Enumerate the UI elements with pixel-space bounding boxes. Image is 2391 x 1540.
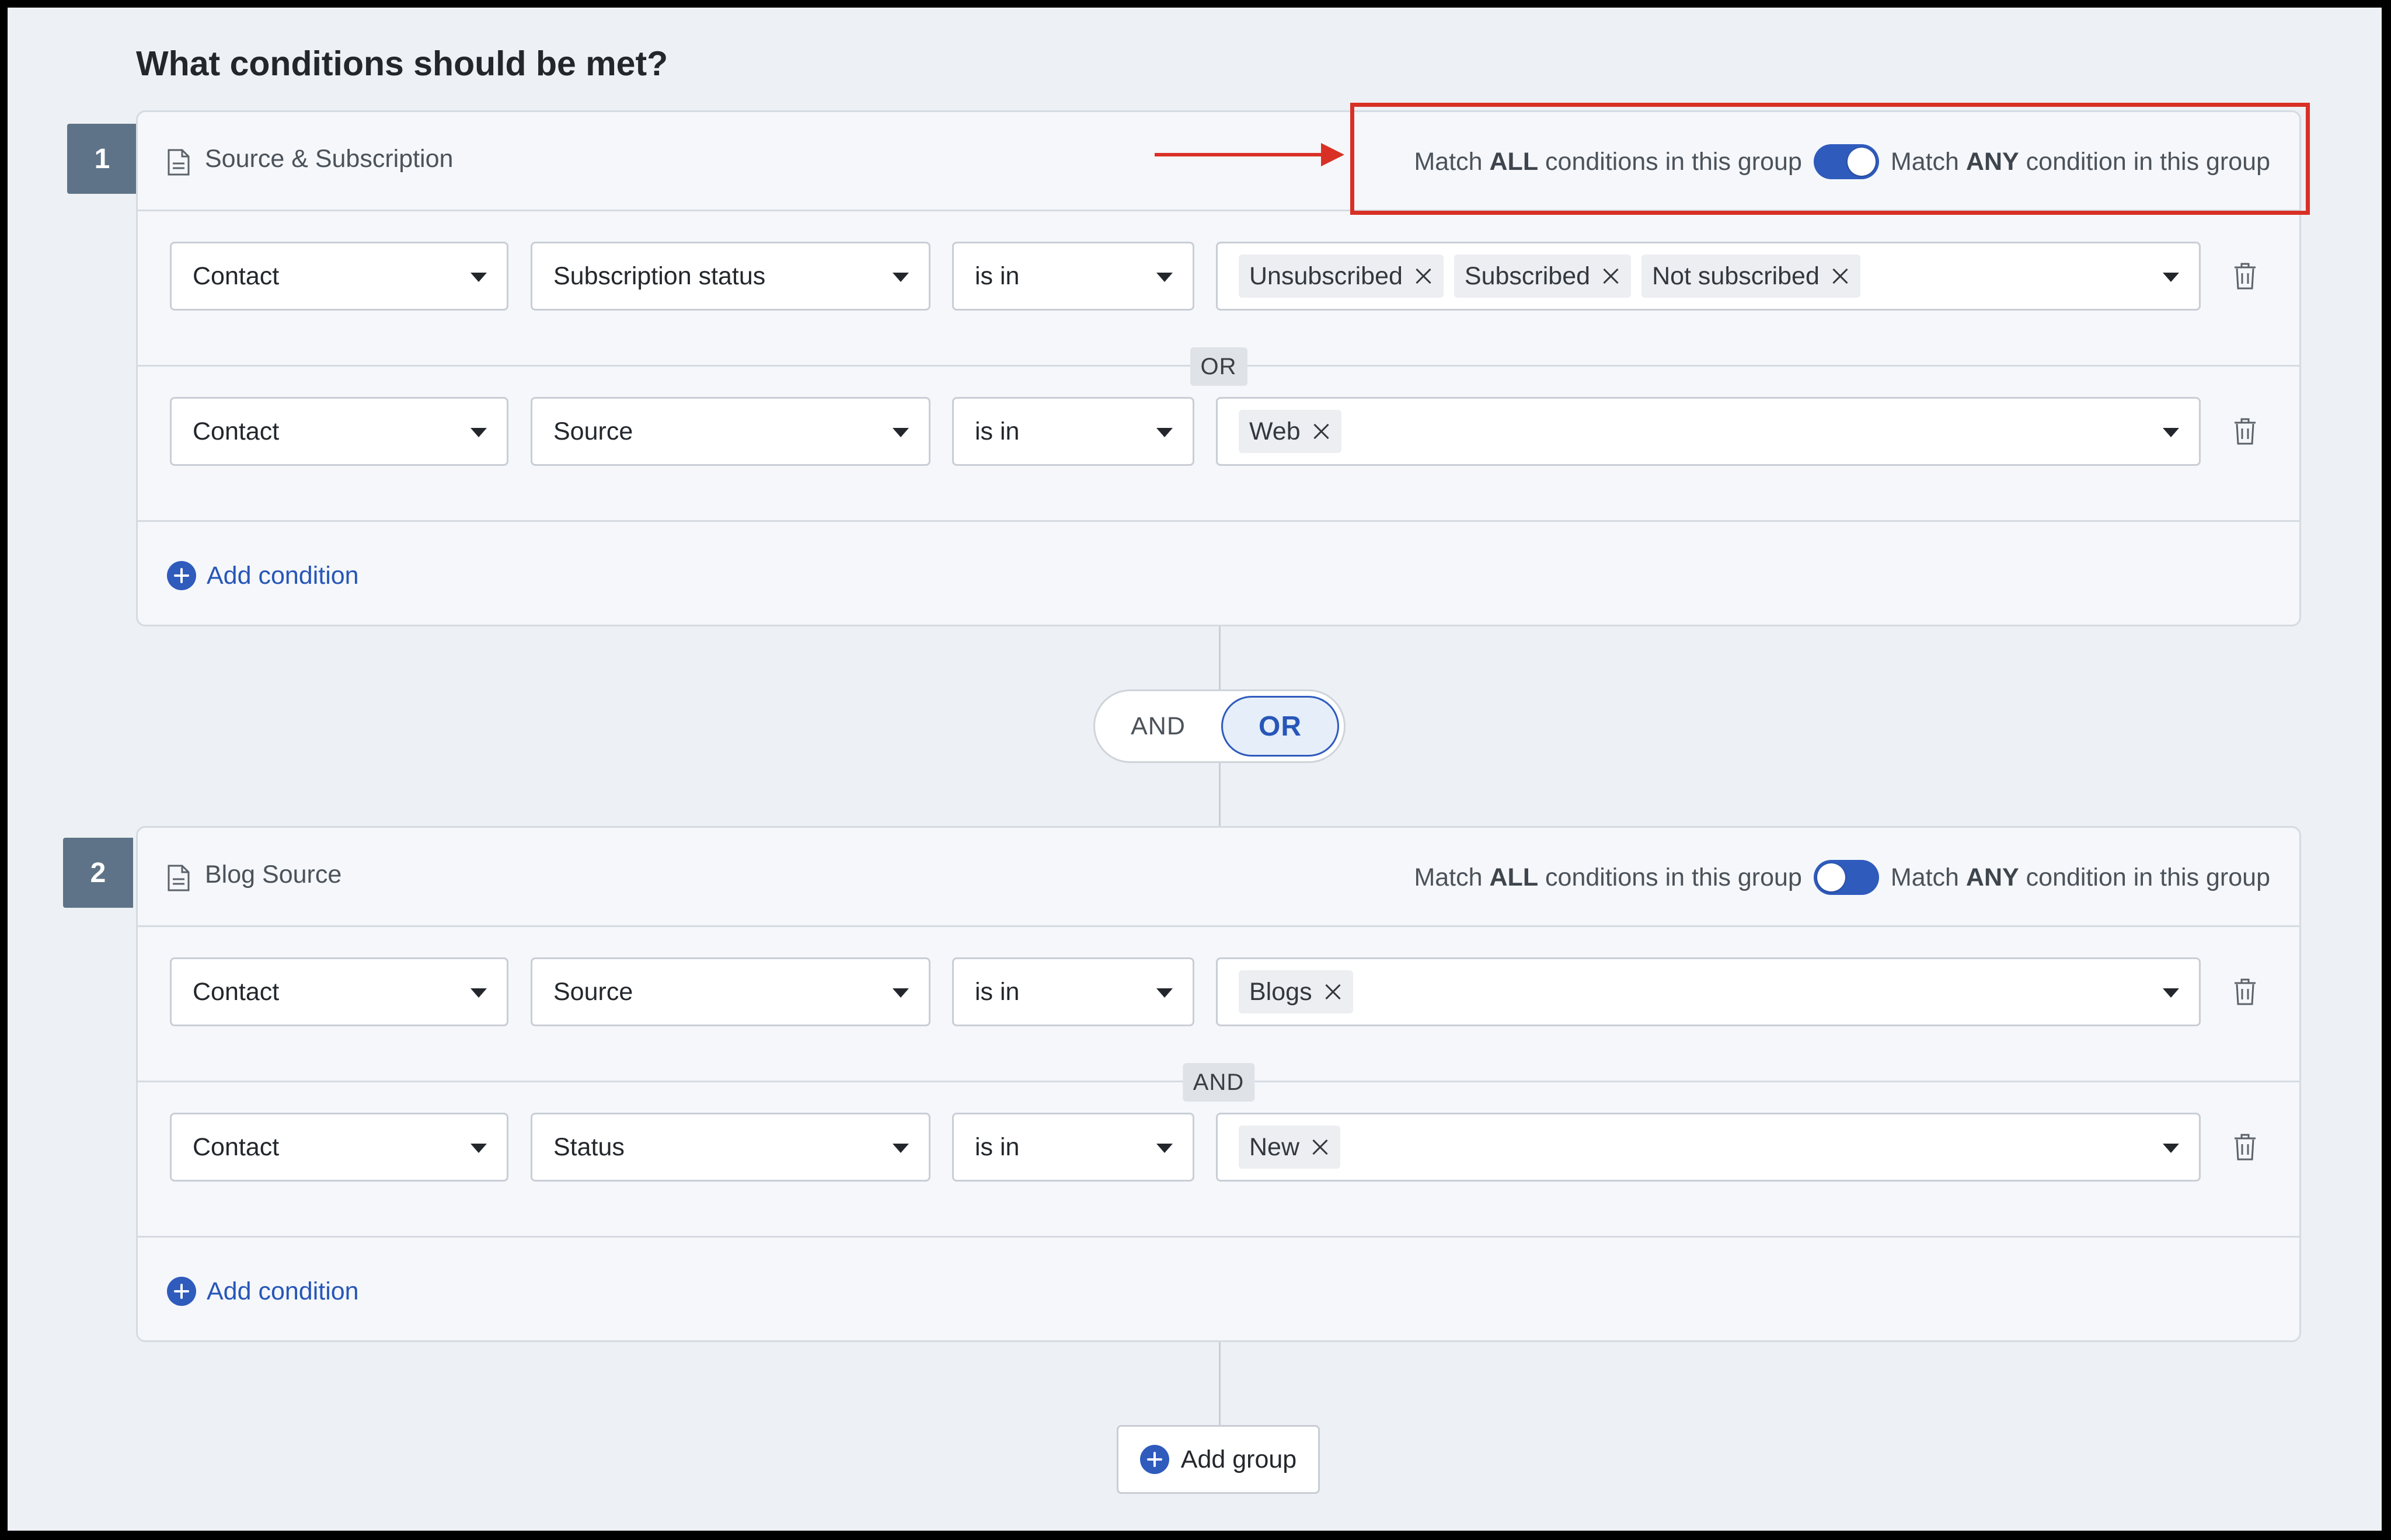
trash-icon[interactable] (2233, 417, 2257, 446)
group-connector-line-top (1219, 626, 1221, 689)
group-join-toggle: AND OR (1093, 689, 1346, 763)
field-select[interactable]: Status (531, 1113, 930, 1182)
value-tag: Subscribed (1454, 255, 1632, 298)
caret-down-icon (470, 273, 487, 282)
remove-tag-icon[interactable] (1312, 1139, 1329, 1155)
match-mode-toggle[interactable] (1813, 860, 1879, 895)
caret-down-icon (2163, 273, 2179, 282)
group-header: Blog Source Match ALL conditions in this… (138, 828, 2299, 927)
caret-down-icon (893, 1144, 909, 1153)
value-tag: Not subscribed (1641, 255, 1860, 298)
annotation-highlight-box (1350, 103, 2310, 215)
caret-down-icon (2163, 1144, 2179, 1153)
plus-circle-icon (167, 561, 196, 590)
field-select[interactable]: Subscription status (531, 242, 930, 311)
entity-select[interactable]: Contact (170, 1113, 508, 1182)
entity-select[interactable]: Contact (170, 957, 508, 1026)
trash-icon[interactable] (2233, 1133, 2257, 1162)
values-multiselect[interactable]: Web (1216, 397, 2201, 466)
caret-down-icon (1156, 273, 1173, 282)
remove-tag-icon[interactable] (1313, 423, 1330, 440)
caret-down-icon (893, 273, 909, 282)
value-tag: New (1239, 1126, 1341, 1169)
annotation-arrow-icon (1321, 143, 1344, 166)
remove-tag-icon[interactable] (1416, 268, 1432, 284)
operator-select[interactable]: is in (952, 397, 1194, 466)
caret-down-icon (1156, 1144, 1173, 1153)
condition-row: Contact Status is in New (138, 1082, 2299, 1238)
match-any-label: Match ANY condition in this group (1890, 863, 2270, 891)
join-or-option[interactable]: OR (1221, 696, 1339, 757)
caret-down-icon (1156, 428, 1173, 437)
add-condition-button[interactable]: Add condition (167, 1274, 359, 1309)
group-number-badge: 2 (63, 838, 133, 908)
trash-icon[interactable] (2233, 977, 2257, 1006)
values-multiselect[interactable]: New (1216, 1113, 2201, 1182)
group-name[interactable]: Blog Source (205, 860, 341, 889)
add-group-button[interactable]: Add group (1117, 1425, 1320, 1494)
value-tag: Blogs (1239, 970, 1353, 1013)
caret-down-icon (470, 988, 487, 998)
condition-row: Contact Subscription status is in Unsubs… (138, 211, 2299, 367)
trash-icon[interactable] (2233, 262, 2257, 291)
caret-down-icon (893, 988, 909, 998)
add-condition-button[interactable]: Add condition (167, 558, 359, 593)
rule-builder-frame: What conditions should be met? 1 Source … (8, 8, 2382, 1531)
join-and-option[interactable]: AND (1100, 696, 1217, 757)
caret-down-icon (470, 1144, 487, 1153)
condition-row: Contact Source is in Blogs (138, 927, 2299, 1082)
document-icon (168, 149, 190, 176)
caret-down-icon (2163, 988, 2179, 998)
plus-circle-icon (167, 1277, 196, 1306)
value-tag: Unsubscribed (1239, 255, 1444, 298)
caret-down-icon (470, 428, 487, 437)
caret-down-icon (893, 428, 909, 437)
group-number-badge: 1 (67, 124, 137, 194)
match-all-label: Match ALL conditions in this group (1414, 863, 1802, 891)
match-mode-control: Match ALL conditions in this group Match… (1414, 858, 2270, 897)
operator-select[interactable]: is in (952, 957, 1194, 1026)
page-title: What conditions should be met? (136, 44, 668, 83)
condition-row: Contact Source is in Web (138, 367, 2299, 522)
toggle-knob (1817, 863, 1845, 891)
operator-select[interactable]: is in (952, 1113, 1194, 1182)
caret-down-icon (1156, 988, 1173, 998)
document-icon (168, 865, 190, 891)
operator-select[interactable]: is in (952, 242, 1194, 311)
group-name[interactable]: Source & Subscription (205, 145, 453, 173)
entity-select[interactable]: Contact (170, 397, 508, 466)
field-select[interactable]: Source (531, 957, 930, 1026)
field-select[interactable]: Source (531, 397, 930, 466)
value-tag: Web (1239, 410, 1341, 453)
caret-down-icon (2163, 428, 2179, 437)
values-multiselect[interactable]: Unsubscribed Subscribed Not subscribed (1216, 242, 2201, 311)
add-group-connector-line (1219, 1342, 1221, 1425)
plus-circle-icon (1139, 1445, 1169, 1474)
remove-tag-icon[interactable] (1603, 268, 1619, 284)
values-multiselect[interactable]: Blogs (1216, 957, 2201, 1026)
group-connector-line-bottom (1219, 763, 1221, 826)
entity-select[interactable]: Contact (170, 242, 508, 311)
condition-group: Blog Source Match ALL conditions in this… (136, 826, 2301, 1342)
annotation-arrow-shaft (1155, 153, 1324, 156)
remove-tag-icon[interactable] (1325, 984, 1341, 1000)
remove-tag-icon[interactable] (1832, 268, 1849, 284)
